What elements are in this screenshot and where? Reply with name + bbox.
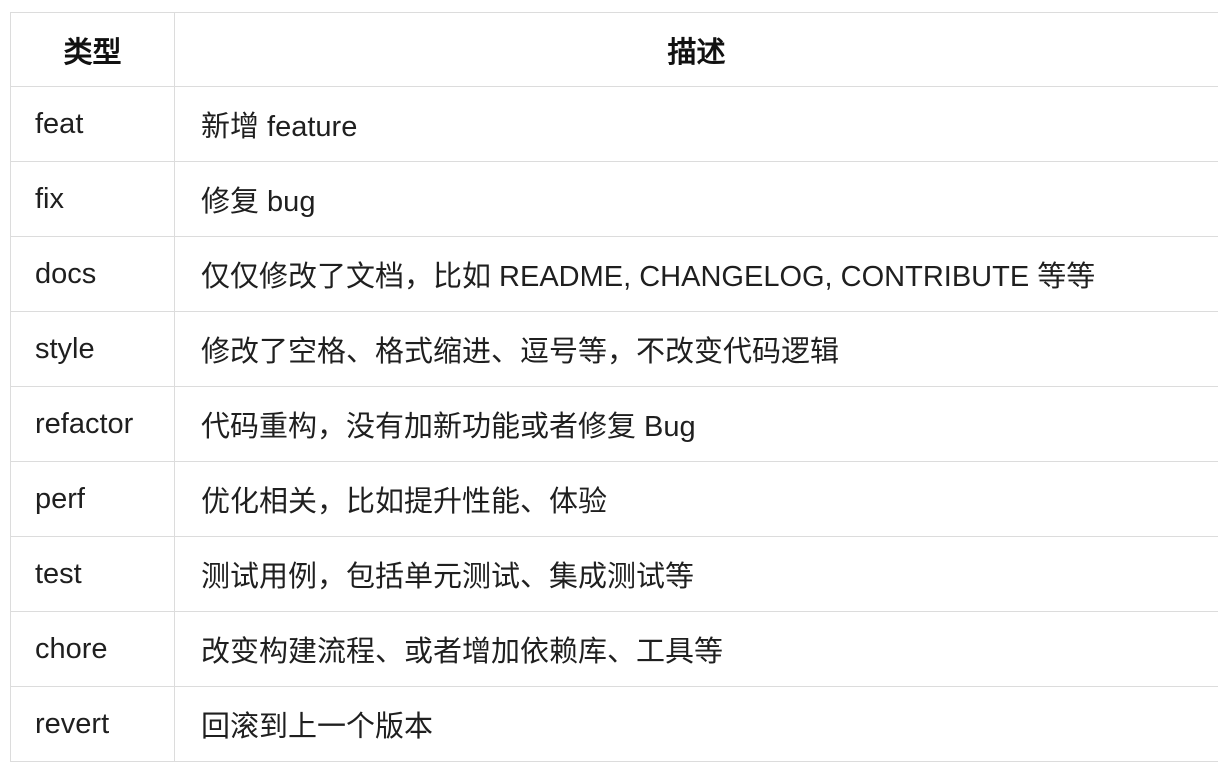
type-cell: revert <box>10 686 175 762</box>
type-cell: docs <box>10 236 175 312</box>
description-cell: 测试用例，包括单元测试、集成测试等 <box>174 536 1218 612</box>
commit-types-table: 类型 描述 feat 新增 feature fix 修复 bug docs 仅仅… <box>10 12 1218 762</box>
description-cell: 仅仅修改了文档，比如 README, CHANGELOG, CONTRIBUTE… <box>174 236 1218 312</box>
type-cell: test <box>10 536 175 612</box>
description-cell: 修复 bug <box>174 161 1218 237</box>
type-cell: style <box>10 311 175 387</box>
type-cell: refactor <box>10 386 175 462</box>
description-cell: 新增 feature <box>174 86 1218 162</box>
type-cell: fix <box>10 161 175 237</box>
commit-types-table-container: 类型 描述 feat 新增 feature fix 修复 bug docs 仅仅… <box>10 12 1218 762</box>
table-row: perf 优化相关，比如提升性能、体验 <box>10 461 1218 537</box>
table-row: docs 仅仅修改了文档，比如 README, CHANGELOG, CONTR… <box>10 236 1218 312</box>
header-type: 类型 <box>10 12 175 87</box>
type-cell: feat <box>10 86 175 162</box>
type-cell: chore <box>10 611 175 687</box>
table-row: refactor 代码重构，没有加新功能或者修复 Bug <box>10 386 1218 462</box>
description-cell: 回滚到上一个版本 <box>174 686 1218 762</box>
description-cell: 改变构建流程、或者增加依赖库、工具等 <box>174 611 1218 687</box>
table-row: feat 新增 feature <box>10 86 1218 162</box>
table-row: style 修改了空格、格式缩进、逗号等，不改变代码逻辑 <box>10 311 1218 387</box>
header-description: 描述 <box>174 12 1218 87</box>
table-row: chore 改变构建流程、或者增加依赖库、工具等 <box>10 611 1218 687</box>
table-row: revert 回滚到上一个版本 <box>10 686 1218 762</box>
description-cell: 代码重构，没有加新功能或者修复 Bug <box>174 386 1218 462</box>
table-header-row: 类型 描述 <box>10 12 1218 87</box>
type-cell: perf <box>10 461 175 537</box>
description-cell: 优化相关，比如提升性能、体验 <box>174 461 1218 537</box>
table-row: fix 修复 bug <box>10 161 1218 237</box>
table-row: test 测试用例，包括单元测试、集成测试等 <box>10 536 1218 612</box>
description-cell: 修改了空格、格式缩进、逗号等，不改变代码逻辑 <box>174 311 1218 387</box>
